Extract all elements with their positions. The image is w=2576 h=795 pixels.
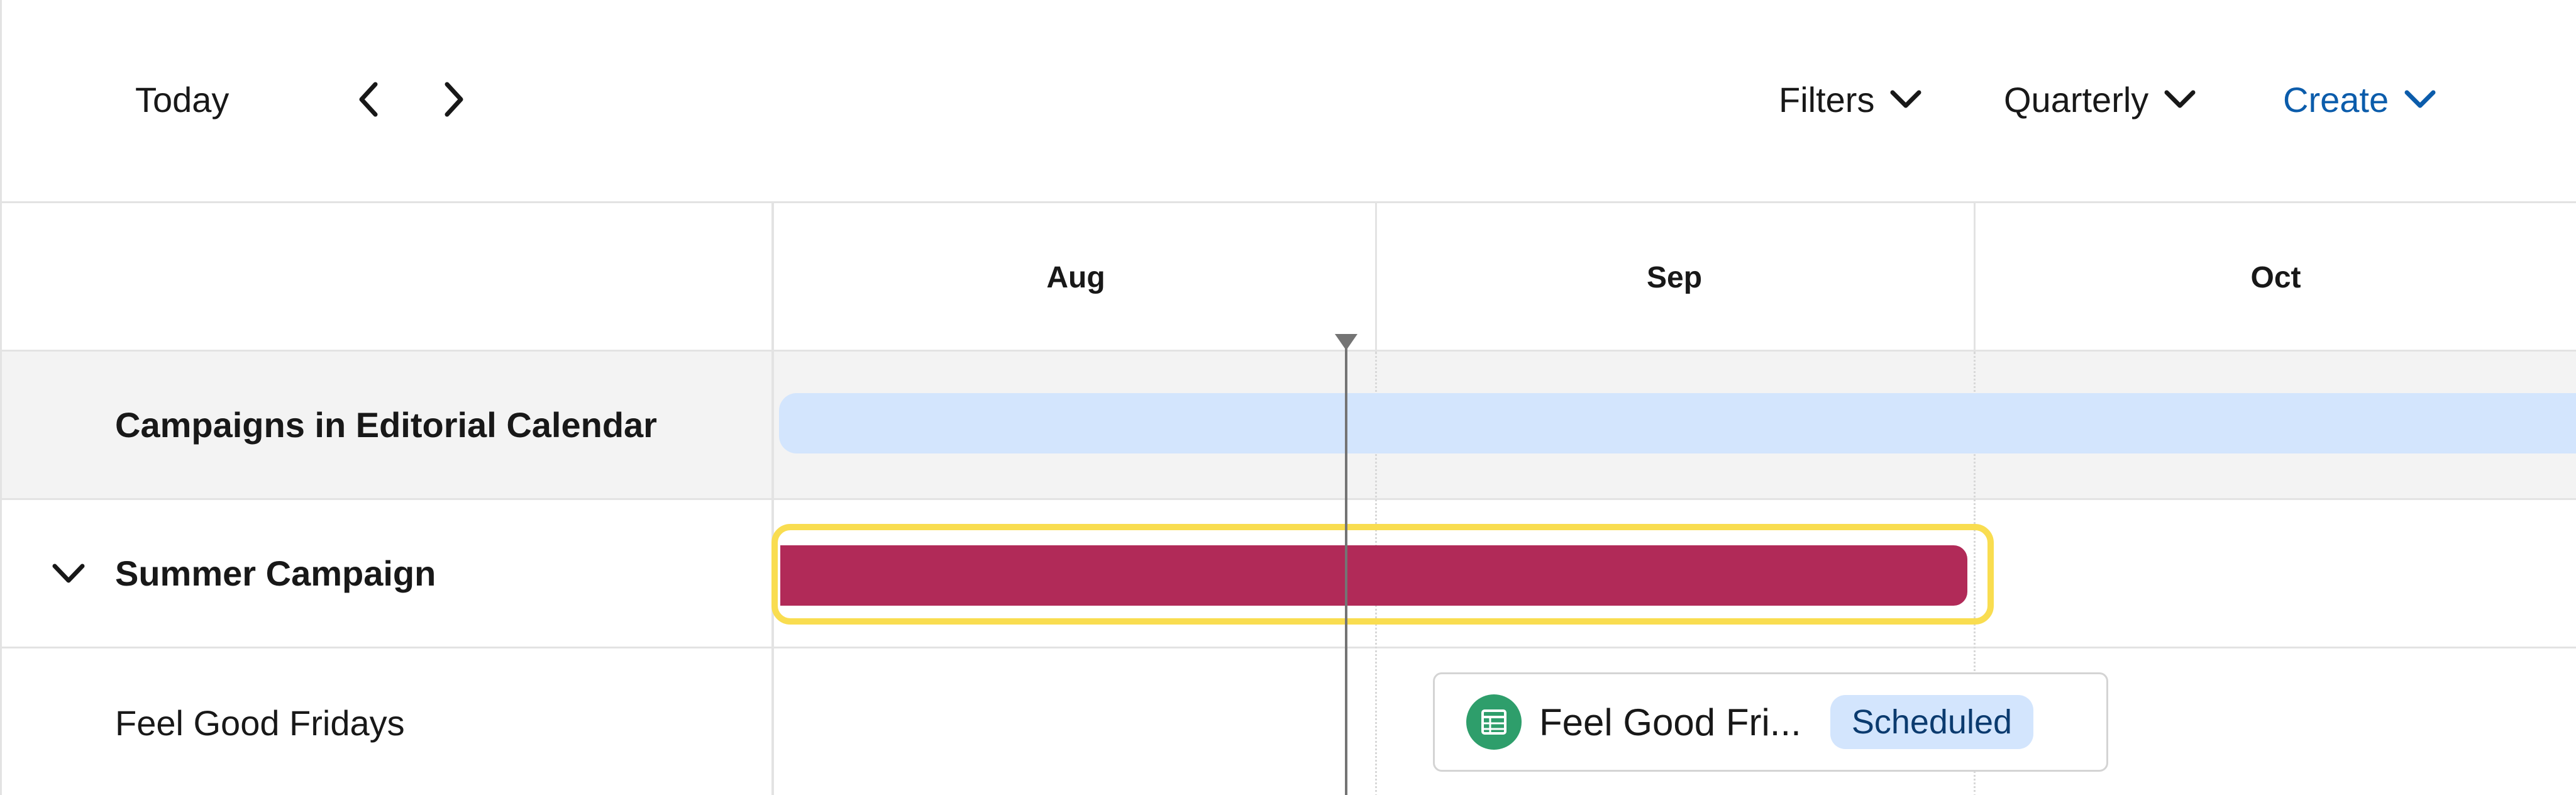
today-line [1345, 336, 1347, 795]
previous-button[interactable] [346, 74, 392, 125]
campaigns-timeline-bar[interactable] [779, 393, 2576, 453]
chevron-right-icon [445, 82, 463, 117]
month-header: Sep [1646, 260, 1703, 294]
table-icon [1466, 694, 1522, 750]
chevron-down-icon [1889, 89, 1922, 110]
create-dropdown[interactable]: Create [2283, 74, 2436, 125]
month-divider [1974, 203, 1976, 352]
today-label: Today [135, 79, 229, 120]
today-button[interactable]: Today [135, 74, 229, 125]
row-label-column [2, 203, 774, 795]
view-label: Quarterly [2004, 79, 2149, 120]
create-label: Create [2283, 79, 2389, 120]
chevron-down-icon [2404, 89, 2436, 110]
view-dropdown[interactable]: Quarterly [2004, 74, 2196, 125]
filters-label: Filters [1779, 79, 1875, 120]
chevron-left-icon [359, 82, 378, 117]
filters-dropdown[interactable]: Filters [1779, 74, 1922, 125]
month-divider [1375, 203, 1377, 352]
next-button[interactable] [431, 74, 476, 125]
month-header: Aug [1046, 260, 1105, 294]
content-item-title: Feel Good Fri... [1539, 701, 1801, 743]
editorial-calendar: Today Filters Quarterly Create Aug Sep O… [0, 0, 2576, 795]
toolbar: Today Filters Quarterly Create [0, 0, 2576, 201]
chevron-down-icon [2164, 89, 2196, 110]
summer-campaign-timeline-bar[interactable] [780, 545, 1967, 606]
status-badge: Scheduled [1830, 695, 2034, 749]
month-header: Oct [2250, 260, 2301, 294]
timeline-grid: Aug Sep Oct Campaigns in Editorial Calen… [0, 201, 2576, 795]
content-item-card[interactable]: Feel Good Fri... Scheduled [1433, 672, 2108, 772]
